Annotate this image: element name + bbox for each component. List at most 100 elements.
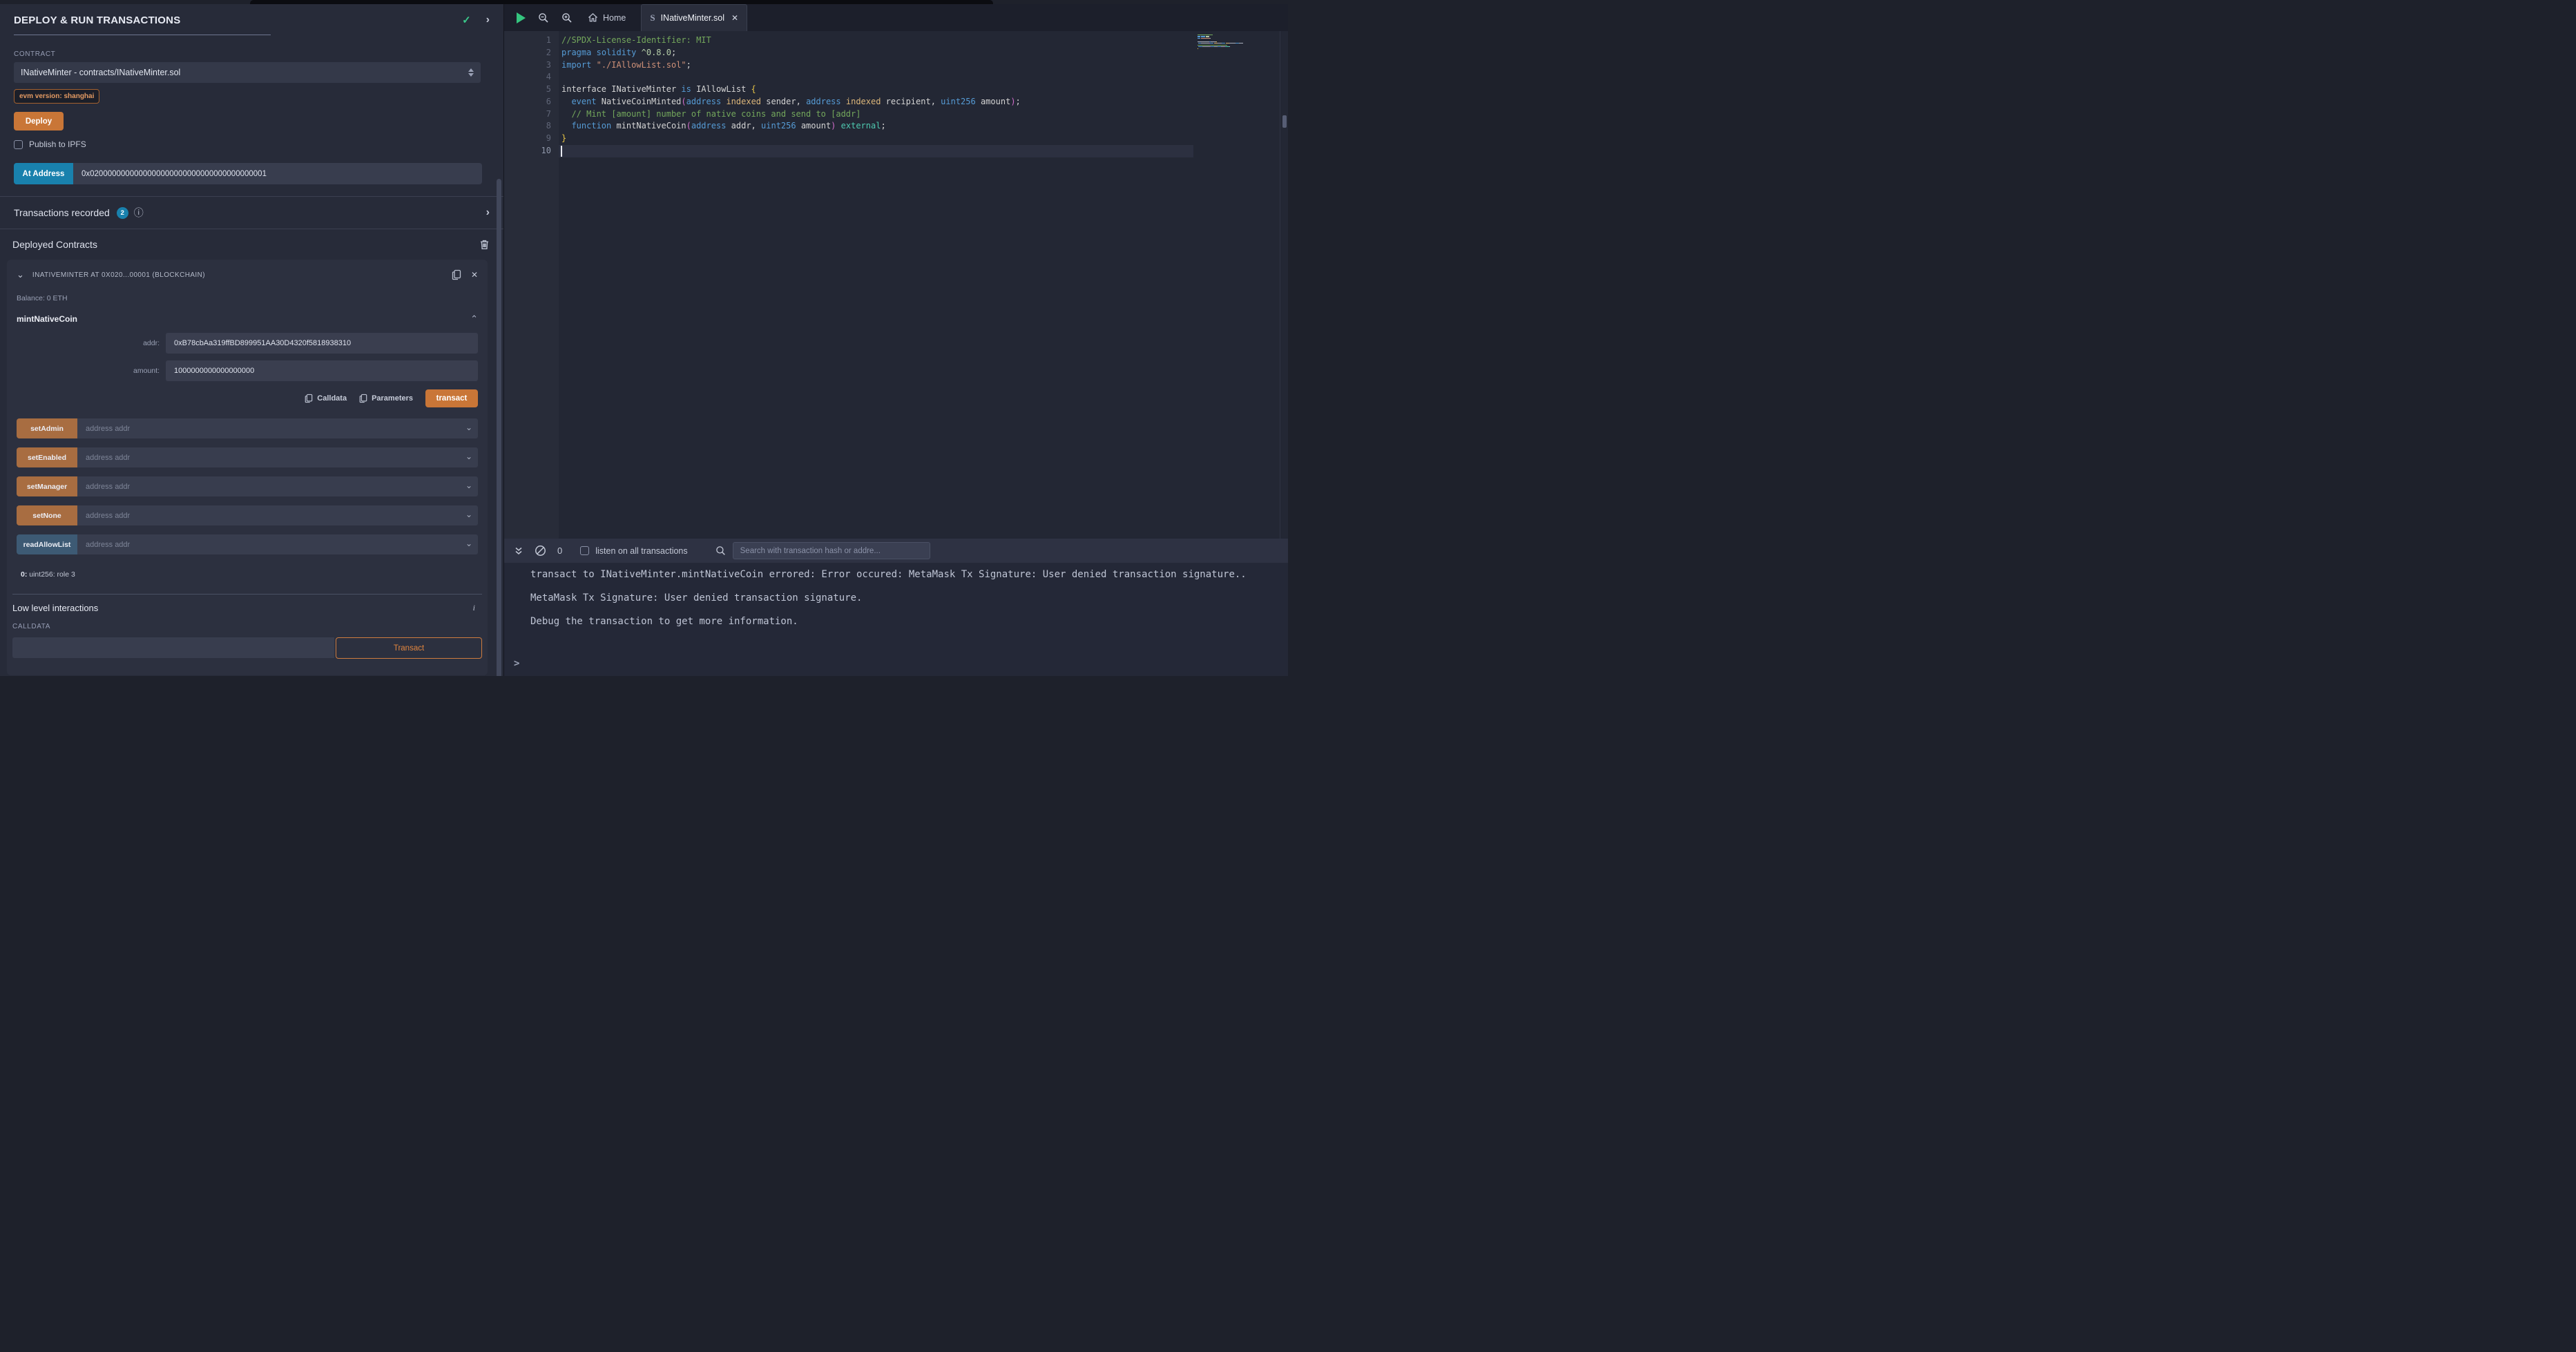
terminal-log-line: Debug the transaction to get more inform… (504, 610, 1288, 633)
panel-scrollbar[interactable] (497, 179, 501, 676)
line-number: 5 (504, 84, 551, 96)
compile-success-check-icon: ✓ (462, 14, 471, 26)
read-allowlist-result: 0: uint256: role 3 (7, 563, 488, 581)
terminal-log-line: MetaMask Tx Signature: User denied trans… (504, 586, 1288, 610)
tab-close-icon[interactable]: ✕ (731, 13, 738, 23)
tab-inativeminter[interactable]: S INativeMinter.sol ✕ (641, 4, 747, 31)
line-numbers: 12345678910 (504, 35, 551, 157)
zoom-out-icon[interactable] (538, 12, 549, 23)
publish-ipfs-checkbox[interactable] (14, 140, 23, 149)
deployed-contracts-title: Deployed Contracts (12, 239, 479, 250)
amount-param-label: amount: (17, 367, 166, 375)
function-row: readAllowList address addr ⌄ (17, 534, 478, 554)
calldata-label: CALLDATA (12, 623, 488, 630)
terminal-prompt: > (514, 658, 519, 669)
instance-close-icon[interactable]: ✕ (471, 270, 478, 280)
at-address-button[interactable]: At Address (14, 163, 73, 184)
setEnabled-button[interactable]: setEnabled (17, 447, 77, 467)
expand-params-chevron-icon[interactable]: ⌄ (465, 510, 472, 519)
code-line: interface INativeMinter is IAllowList { (561, 84, 1021, 96)
copy-icon (359, 394, 367, 403)
info-icon[interactable]: i (473, 603, 478, 613)
tab-home-label: Home (603, 13, 626, 23)
clear-console-ban-icon[interactable] (535, 545, 546, 557)
expand-params-chevron-icon[interactable]: ⌄ (465, 539, 472, 548)
editor-scrollbar-thumb[interactable] (1282, 115, 1287, 128)
input-placeholder: address addr (86, 541, 130, 549)
setAdmin-button[interactable]: setAdmin (17, 418, 77, 438)
expand-params-chevron-icon[interactable]: ⌄ (465, 452, 472, 461)
code-line: function mintNativeCoin(address addr, ui… (561, 120, 1021, 133)
code-line: } (561, 133, 1021, 145)
expand-params-chevron-icon[interactable]: ⌄ (465, 423, 472, 432)
transact-button[interactable]: transact (425, 389, 478, 407)
tab-file-label: INativeMinter.sol (661, 13, 724, 23)
contract-select[interactable]: INativeMinter - contracts/INativeMinter.… (14, 62, 481, 83)
deploy-button[interactable]: Deploy (14, 112, 64, 131)
copy-address-icon[interactable] (452, 269, 461, 280)
panel-expand-chevron-icon[interactable]: › (486, 14, 490, 26)
line-number: 3 (504, 59, 551, 72)
terminal-output[interactable]: transact to INativeMinter.mintNativeCoin… (504, 563, 1288, 676)
expand-terminal-double-chevron-icon[interactable] (514, 546, 523, 556)
at-address-input[interactable] (73, 163, 482, 184)
code-line (561, 145, 1021, 157)
setAdmin-input[interactable]: address addr (77, 418, 478, 438)
code-line: event NativeCoinMinted(address indexed s… (561, 96, 1021, 108)
zoom-in-icon[interactable] (561, 12, 573, 23)
parameters-action-label: Parameters (372, 394, 413, 403)
run-script-play-icon[interactable] (517, 12, 526, 23)
terminal-search-input[interactable] (733, 542, 930, 559)
setNone-input[interactable]: address addr (77, 505, 478, 525)
deploy-run-panel: DEPLOY & RUN TRANSACTIONS ✓ › CONTRACT I… (0, 4, 503, 676)
listen-all-transactions-toggle[interactable]: listen on all transactions (580, 546, 687, 556)
transactions-recorded-section[interactable]: Transactions recorded 2 ⓘ › (0, 197, 503, 229)
line-number: 8 (504, 120, 551, 133)
info-circle-icon[interactable]: ⓘ (134, 206, 144, 220)
transactions-recorded-label: Transactions recorded (14, 207, 110, 218)
pending-tx-count: 0 (557, 545, 562, 556)
input-placeholder: address addr (86, 512, 130, 520)
search-icon (715, 545, 726, 556)
readAllowList-button[interactable]: readAllowList (17, 534, 77, 554)
function-row: setEnabledaddress addr⌄ (17, 447, 478, 467)
line-number: 2 (504, 47, 551, 59)
instance-balance: Balance: 0 ETH (7, 284, 488, 302)
line-number: 7 (504, 108, 551, 121)
setManager-button[interactable]: setManager (17, 476, 77, 496)
minimap[interactable] (1198, 35, 1279, 51)
trash-icon[interactable] (479, 239, 490, 250)
setManager-input[interactable]: address addr (77, 476, 478, 496)
addr-param-input[interactable] (166, 333, 478, 354)
select-updown-icon (468, 68, 474, 77)
remix-ide-window: DEPLOY & RUN TRANSACTIONS ✓ › CONTRACT I… (0, 0, 1288, 676)
transactions-expand-chevron-icon[interactable]: › (486, 206, 490, 219)
readAllowList-input[interactable]: address addr (77, 534, 478, 554)
code-line: // Mint [amount] number of native coins … (561, 108, 1021, 121)
line-number: 9 (504, 133, 551, 145)
text-cursor (561, 146, 562, 157)
code-line (561, 71, 1021, 84)
setNone-button[interactable]: setNone (17, 505, 77, 525)
function-row: setNone address addr ⌄ (17, 505, 478, 525)
listen-label: listen on all transactions (595, 546, 687, 556)
copy-parameters-action[interactable]: Parameters (359, 394, 413, 403)
function-row: setAdminaddress addr⌄ (17, 418, 478, 438)
addr-param-label: addr: (17, 339, 166, 347)
copy-calldata-action[interactable]: Calldata (305, 394, 347, 403)
mint-collapse-chevron-up-icon[interactable]: ⌃ (470, 313, 478, 325)
panel-title: DEPLOY & RUN TRANSACTIONS (14, 15, 462, 26)
expand-params-chevron-icon[interactable]: ⌄ (465, 481, 472, 490)
setEnabled-input[interactable]: address addr (77, 447, 478, 467)
copy-icon (305, 394, 313, 403)
tab-home[interactable]: Home (588, 12, 626, 23)
instance-collapse-chevron-icon[interactable]: ⌄ (17, 269, 24, 280)
code-area[interactable]: 12345678910 //SPDX-License-Identifier: M… (504, 31, 1288, 539)
calldata-input[interactable] (12, 637, 334, 658)
amount-param-input[interactable] (166, 360, 478, 381)
low-level-transact-button[interactable]: Transact (336, 637, 482, 659)
home-icon (588, 12, 598, 23)
code-line: import "./IAllowList.sol"; (561, 59, 1021, 72)
listen-checkbox[interactable] (580, 546, 589, 555)
function-row: setManageraddress addr⌄ (17, 476, 478, 496)
